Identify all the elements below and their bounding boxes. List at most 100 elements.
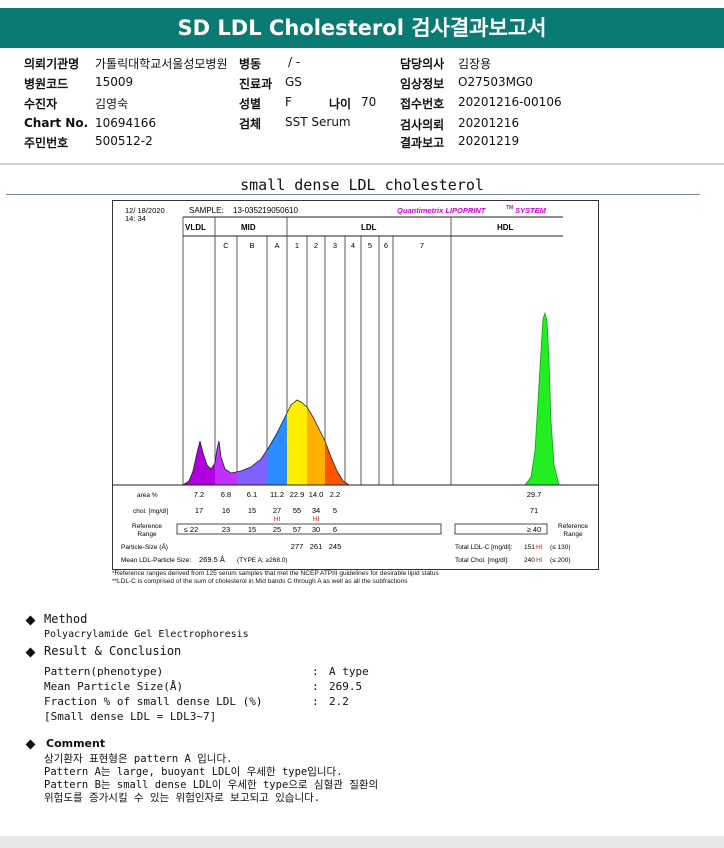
ref-right-2: Range bbox=[563, 531, 583, 538]
chart-time: 14: 34 bbox=[125, 214, 146, 223]
result-row-3-sep: : bbox=[312, 695, 319, 708]
fill-ldl-1 bbox=[287, 400, 307, 485]
ref-vldl: ≤ 22 bbox=[184, 525, 199, 534]
ref-a: 25 bbox=[273, 525, 281, 534]
result-row-1-label: Pattern(phenotype) bbox=[44, 665, 164, 678]
patient-name-label: 수진자 bbox=[24, 97, 58, 111]
total-ldl-ref: (≤ 130) bbox=[550, 544, 571, 551]
ref-ldl2: 30 bbox=[312, 525, 320, 534]
sample-value: 13-035219050610 bbox=[233, 206, 299, 215]
mean-size-label: Mean LDL-Particle Size: bbox=[121, 557, 191, 564]
patient-name-value: 김영숙 bbox=[95, 97, 129, 111]
chol-ldl3: 5 bbox=[333, 506, 337, 515]
chol-c: 16 bbox=[222, 506, 230, 515]
report-value: 20201219 bbox=[458, 134, 520, 148]
band-a: A bbox=[274, 241, 279, 250]
ref-ldl3: 6 bbox=[333, 525, 337, 534]
ref-row: Reference Range ≤ 22 23 15 25 57 30 6 ≥ … bbox=[132, 523, 588, 538]
result-row-1-sep: : bbox=[312, 665, 319, 678]
lipoprint-svg: 12/ 18/2020 14: 34 SAMPLE: 13-0352190506… bbox=[113, 205, 598, 564]
brand-tm: TM bbox=[506, 205, 513, 211]
test-request-label: 검사의뢰 bbox=[400, 118, 445, 132]
method-text: Polyacrylamide Gel Electrophoresis bbox=[44, 629, 249, 640]
chol-vldl: 17 bbox=[195, 506, 203, 515]
receipt-no-label: 접수번호 bbox=[400, 97, 445, 111]
result-row-2-sep: : bbox=[312, 680, 319, 693]
mean-size-type: (TYPE A; ≥268.0) bbox=[237, 557, 288, 564]
band-2: 2 bbox=[314, 241, 318, 250]
requesting-org-label: 의뢰기관명 bbox=[24, 57, 80, 71]
ref-ldl1: 57 bbox=[293, 525, 301, 534]
result-row-3-label: Fraction % of small dense LDL (%) bbox=[44, 695, 263, 708]
particle-size-3: 245 bbox=[329, 542, 342, 551]
doctor-label: 담당의사 bbox=[400, 57, 445, 71]
result-row-2-label: Mean Particle Size(Å) bbox=[44, 680, 184, 693]
report-label: 결과보고 bbox=[400, 136, 445, 150]
group-mid: MID bbox=[241, 223, 256, 232]
result-note: [Small dense LDL = LDL3~7] bbox=[44, 710, 217, 723]
test-request-value: 20201216 bbox=[458, 116, 520, 130]
area-label: area % bbox=[137, 492, 158, 499]
method-heading: Method bbox=[44, 612, 88, 626]
dept-label: 진료과 bbox=[239, 77, 273, 91]
chol-b: 15 bbox=[248, 506, 256, 515]
ref-b: 15 bbox=[248, 525, 256, 534]
ref-right-1: Reference bbox=[558, 523, 588, 530]
doctor-value: 김장용 bbox=[458, 57, 492, 71]
footnote-1: *Reference ranges derived from 125 serum… bbox=[112, 570, 439, 577]
chart-no-label: Chart No. bbox=[24, 116, 89, 130]
chol-ldl2: 34 bbox=[312, 506, 320, 515]
hdl-peak bbox=[524, 311, 560, 486]
band-1: 1 bbox=[295, 241, 299, 250]
area-row: area % 7.2 6.8 6.1 11.2 22.9 14.0 2.2 29… bbox=[137, 490, 541, 499]
total-ldl-hi: HI bbox=[536, 544, 543, 551]
area-b: 6.1 bbox=[247, 490, 257, 499]
result-row-2-value: 269.5 bbox=[329, 680, 363, 693]
dept-value: GS bbox=[285, 75, 302, 89]
lipoprint-chart: 12/ 18/2020 14: 34 SAMPLE: 13-0352190506… bbox=[112, 200, 599, 570]
band-c: C bbox=[223, 241, 229, 250]
group-hdl: HDL bbox=[497, 223, 514, 232]
particle-size-label: Particle-Size (Å) bbox=[121, 542, 168, 551]
total-ldl-value: 151 bbox=[524, 544, 535, 551]
report-page: SD LDL Cholesterol 검사결과보고서 의뢰기관명 가톨릭대학교서… bbox=[0, 0, 724, 836]
result-heading: Result & Conclusion bbox=[44, 644, 182, 658]
result-row-1-value: A type bbox=[329, 665, 369, 678]
comment-bullet-icon bbox=[25, 739, 36, 750]
fill-mid-b bbox=[237, 400, 267, 485]
band-labels: C B A 1 2 3 4 5 6 7 bbox=[223, 241, 424, 250]
band-b: B bbox=[249, 241, 254, 250]
brand-name: Quantimetrix LIPOPRINT bbox=[397, 206, 487, 215]
band-3: 3 bbox=[333, 241, 337, 250]
section-title-underline bbox=[6, 194, 700, 195]
brand-suffix: SYSTEM bbox=[515, 206, 547, 215]
result-bullet-icon bbox=[25, 647, 36, 658]
fill-ldl-2 bbox=[307, 400, 325, 485]
chol-label: chol. [mg/dl] bbox=[133, 508, 168, 515]
area-vldl: 7.2 bbox=[194, 490, 204, 499]
area-a: 11.2 bbox=[270, 490, 284, 499]
mean-size-value: 269.5 Å bbox=[199, 555, 225, 564]
particle-size-2: 261 bbox=[310, 542, 323, 551]
sample-label: SAMPLE: bbox=[189, 206, 224, 215]
footnote-2: **LDL-C is comprised of the sum of chole… bbox=[112, 578, 408, 585]
particle-size-row: Particle-Size (Å) 277 261 245 Total LDL-… bbox=[121, 542, 571, 551]
total-chol-hi: HI bbox=[536, 557, 543, 564]
total-chol-ref: (≤ 200) bbox=[550, 557, 571, 564]
fill-mid-c bbox=[215, 400, 237, 485]
sex-label: 성별 bbox=[239, 97, 262, 111]
receipt-no-value: 20201216-00106 bbox=[458, 95, 562, 109]
bottom-strip bbox=[0, 836, 724, 848]
report-title: SD LDL Cholesterol 검사결과보고서 bbox=[0, 8, 724, 48]
chart-no-value: 10694166 bbox=[95, 116, 157, 130]
band-5: 5 bbox=[368, 241, 372, 250]
specimen-value: SST Serum bbox=[285, 115, 351, 129]
chol-hdl: 71 bbox=[530, 506, 538, 515]
total-ldl-label: Total LDL-C [mg/dl]: bbox=[455, 544, 513, 551]
hi-flag-a: HI bbox=[274, 516, 281, 523]
result-row-3-value: 2.2 bbox=[329, 695, 349, 708]
age-value: 70 bbox=[361, 95, 377, 109]
group-ldl: LDL bbox=[361, 223, 377, 232]
ldl-curve bbox=[183, 400, 349, 485]
comment-heading: Comment bbox=[46, 737, 106, 750]
